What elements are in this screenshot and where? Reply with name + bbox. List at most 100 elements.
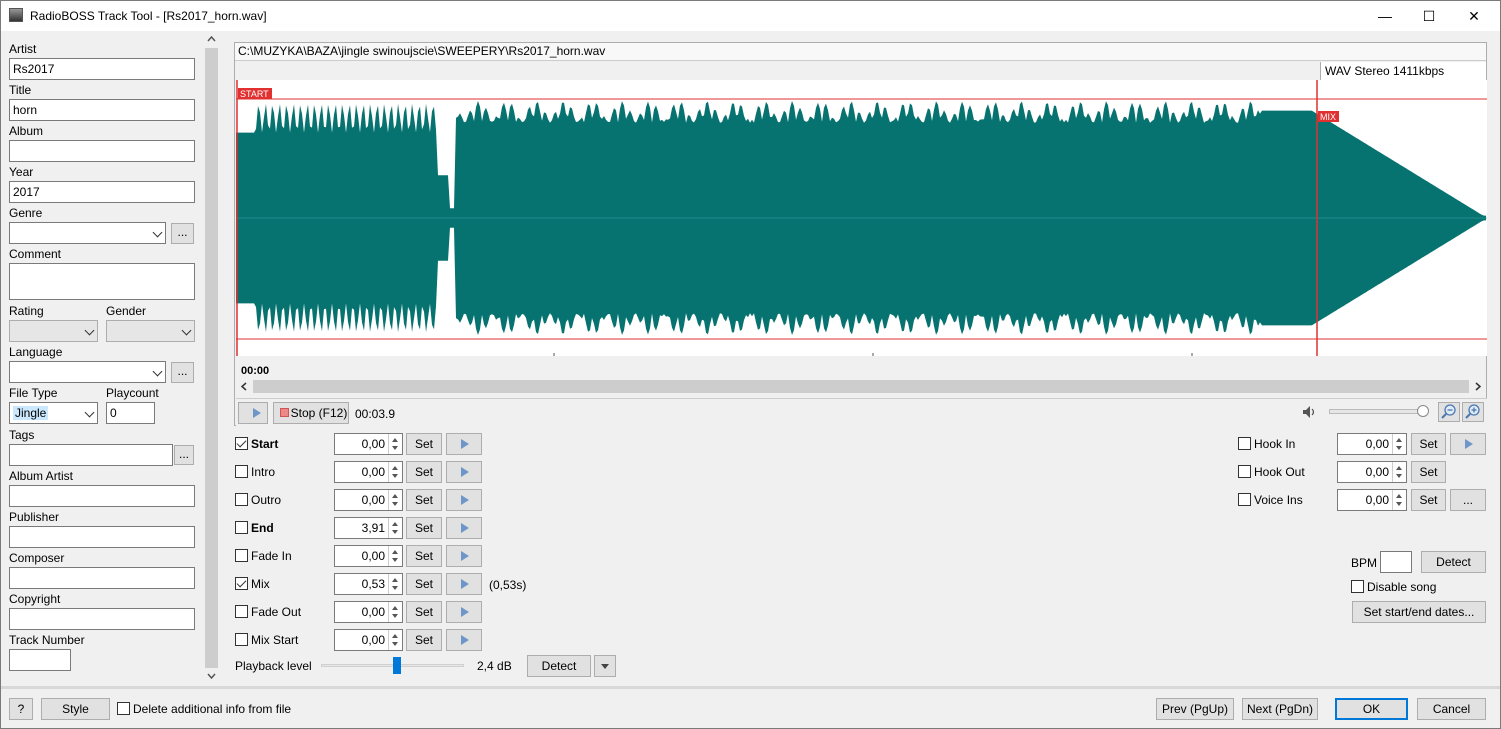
hook-checkbox[interactable] (1238, 493, 1251, 506)
playback-detect-button[interactable]: Detect (527, 655, 591, 677)
cue-checkbox[interactable] (235, 465, 248, 478)
cue-set-button[interactable]: Set (406, 601, 442, 623)
cue-set-button[interactable]: Set (406, 461, 442, 483)
cue-value-stepper[interactable]: 3,91 (334, 517, 403, 539)
spin-up-icon[interactable] (392, 634, 398, 638)
hook-value-stepper[interactable]: 0,00 (1337, 433, 1407, 455)
close-button[interactable]: ✕ (1451, 1, 1497, 31)
language-more-button[interactable]: ... (171, 362, 194, 383)
volume-slider[interactable] (1329, 409, 1425, 414)
cue-value-stepper[interactable]: 0,00 (334, 629, 403, 651)
cue-set-button[interactable]: Set (406, 489, 442, 511)
spin-up-icon[interactable] (392, 494, 398, 498)
tags-more-button[interactable]: ... (174, 445, 194, 465)
voice-ins-more-button[interactable]: ... (1450, 489, 1486, 511)
zoom-out-button[interactable] (1438, 402, 1460, 422)
set-dates-button[interactable]: Set start/end dates... (1352, 601, 1486, 623)
cue-checkbox[interactable] (235, 493, 248, 506)
zoom-in-button[interactable] (1462, 402, 1484, 422)
gender-select[interactable] (106, 320, 195, 342)
spin-buttons[interactable] (388, 490, 402, 510)
ok-button[interactable]: OK (1335, 698, 1408, 720)
hook-set-button[interactable]: Set (1411, 433, 1446, 455)
rating-select[interactable] (9, 320, 98, 342)
cue-value-stepper[interactable]: 0,00 (334, 433, 403, 455)
spin-buttons[interactable] (1392, 462, 1406, 482)
spin-down-icon[interactable] (392, 474, 398, 478)
title-field[interactable]: horn (9, 99, 195, 121)
playback-level-handle[interactable] (393, 657, 401, 674)
spin-up-icon[interactable] (392, 606, 398, 610)
cue-set-button[interactable]: Set (406, 629, 442, 651)
scrollbar-thumb[interactable] (253, 380, 1469, 393)
hook-in-play-button[interactable] (1450, 433, 1486, 455)
delete-info-checkbox[interactable] (117, 702, 130, 715)
detect-options-button[interactable] (594, 655, 616, 677)
comment-field[interactable] (9, 263, 195, 300)
spin-down-icon[interactable] (1396, 474, 1402, 478)
stop-button[interactable]: Stop (F12) (273, 402, 349, 424)
cue-set-button[interactable]: Set (406, 573, 442, 595)
scroll-up-icon[interactable] (207, 36, 216, 42)
maximize-button[interactable]: ☐ (1406, 1, 1452, 31)
spin-up-icon[interactable] (1396, 494, 1402, 498)
cue-checkbox[interactable] (235, 605, 248, 618)
publisher-field[interactable] (9, 526, 195, 548)
disable-song-checkbox[interactable] (1351, 580, 1364, 593)
cue-play-button[interactable] (446, 573, 482, 595)
scroll-down-icon[interactable] (207, 673, 216, 679)
spin-buttons[interactable] (388, 518, 402, 538)
spin-buttons[interactable] (1392, 434, 1406, 454)
cue-set-button[interactable]: Set (406, 545, 442, 567)
cue-value-stepper[interactable]: 0,00 (334, 461, 403, 483)
spin-down-icon[interactable] (1396, 446, 1402, 450)
spin-buttons[interactable] (388, 630, 402, 650)
cue-play-button[interactable] (446, 433, 482, 455)
volume-slider-handle[interactable] (1417, 405, 1429, 417)
tracknumber-field[interactable] (9, 649, 71, 671)
spin-down-icon[interactable] (392, 530, 398, 534)
cue-play-button[interactable] (446, 601, 482, 623)
filetype-select[interactable]: Jingle (9, 402, 98, 424)
spin-down-icon[interactable] (1396, 502, 1402, 506)
copyright-field[interactable] (9, 608, 195, 630)
next-button[interactable]: Next (PgDn) (1242, 698, 1318, 720)
spin-up-icon[interactable] (1396, 466, 1402, 470)
cue-checkbox[interactable] (235, 633, 248, 646)
spin-up-icon[interactable] (392, 522, 398, 526)
spin-buttons[interactable] (388, 602, 402, 622)
cue-checkbox[interactable] (235, 437, 248, 450)
cue-value-stepper[interactable]: 0,00 (334, 489, 403, 511)
year-field[interactable]: 2017 (9, 181, 195, 203)
spin-up-icon[interactable] (1396, 438, 1402, 442)
cue-checkbox[interactable] (235, 577, 248, 590)
spin-up-icon[interactable] (392, 438, 398, 442)
waveform-scrollbar[interactable] (236, 378, 1486, 395)
cue-value-stepper[interactable]: 0,00 (334, 545, 403, 567)
hook-checkbox[interactable] (1238, 437, 1251, 450)
waveform-svg[interactable]: START MIX (236, 80, 1487, 356)
hook-set-button[interactable]: Set (1411, 489, 1446, 511)
bpm-detect-button[interactable]: Detect (1421, 551, 1486, 573)
spin-buttons[interactable] (388, 546, 402, 566)
genre-select[interactable] (9, 222, 166, 244)
albumartist-field[interactable] (9, 485, 195, 507)
cue-set-button[interactable]: Set (406, 433, 442, 455)
cue-play-button[interactable] (446, 545, 482, 567)
spin-buttons[interactable] (388, 462, 402, 482)
spin-down-icon[interactable] (392, 614, 398, 618)
album-field[interactable] (9, 140, 195, 162)
spin-buttons[interactable] (388, 434, 402, 454)
spin-up-icon[interactable] (392, 550, 398, 554)
spin-down-icon[interactable] (392, 586, 398, 590)
spin-down-icon[interactable] (392, 642, 398, 646)
spin-down-icon[interactable] (392, 558, 398, 562)
hook-value-stepper[interactable]: 0,00 (1337, 489, 1407, 511)
help-button[interactable]: ? (9, 698, 33, 720)
spin-up-icon[interactable] (392, 466, 398, 470)
play-button[interactable] (238, 402, 268, 424)
language-select[interactable] (9, 361, 166, 383)
hook-value-stepper[interactable]: 0,00 (1337, 461, 1407, 483)
hook-set-button[interactable]: Set (1411, 461, 1446, 483)
artist-field[interactable]: Rs2017 (9, 58, 195, 80)
